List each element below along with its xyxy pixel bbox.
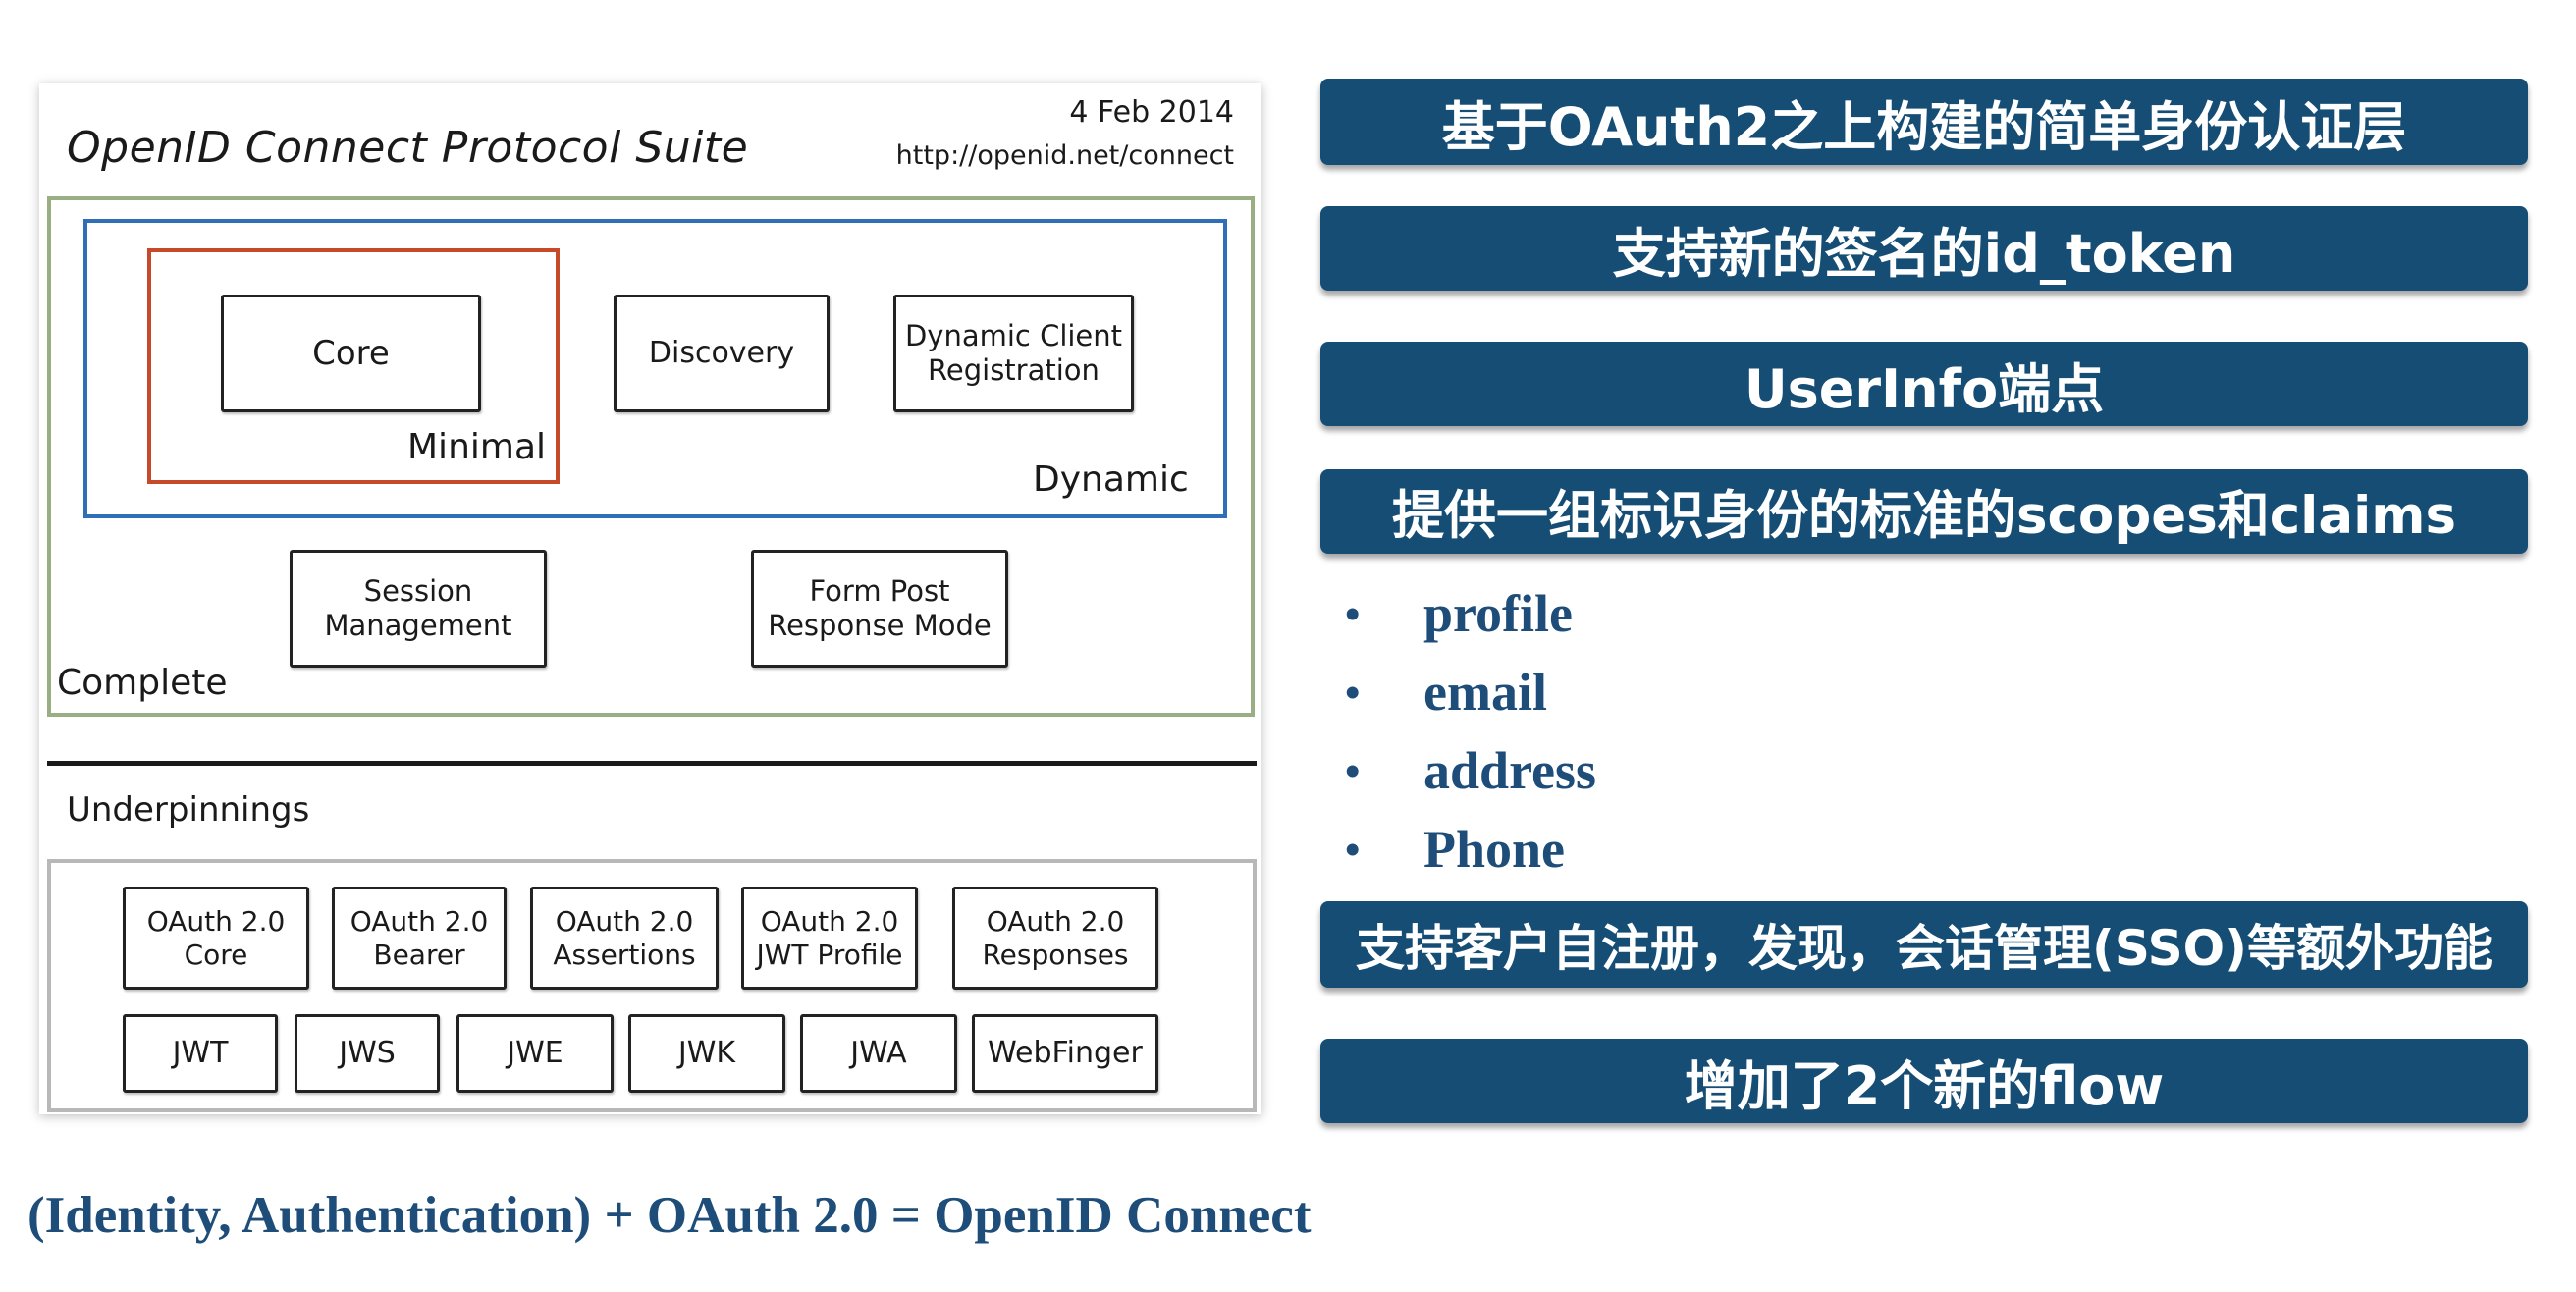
list-item: • profile [1345,574,1596,653]
underpinnings-label: Underpinnings [67,790,310,830]
dynamic-label: Dynamic [1033,459,1189,500]
jwk-label: JWK [677,1036,736,1070]
jwt-label: JWT [172,1036,229,1070]
bullet-profile: profile [1423,584,1573,643]
list-item: • address [1345,731,1596,810]
oauth-assertions-box: OAuth 2.0 Assertions [530,887,719,990]
formpost-label-line2: Response Mode [768,609,992,642]
diagram-url: http://openid.net/connect [895,140,1234,171]
list-item: • email [1345,653,1596,731]
bullet-marker: • [1345,825,1361,874]
oauth-bearer-line1: OAuth 2.0 [349,904,489,938]
openid-connect-formula: (Identity, Authentication) + OAuth 2.0 =… [27,1187,1312,1244]
openid-connect-diagram: OpenID Connect Protocol Suite 4 Feb 2014… [39,83,1261,1114]
diagram-date: 4 Feb 2014 [1069,95,1234,130]
session-label-line2: Management [324,609,512,642]
dcr-label-line1: Dynamic Client [904,319,1123,353]
core-label: Core [312,333,390,373]
jwe-box: JWE [456,1014,614,1093]
discovery-box: Discovery [614,295,830,412]
minimal-label: Minimal [407,427,547,467]
jwa-label: JWA [850,1036,907,1070]
scope-bullet-list: • profile • email • address • Phone [1345,574,1596,888]
oauth-bearer-line2: Bearer [373,938,465,971]
jwt-box: JWT [123,1014,278,1093]
oauth-core-box: OAuth 2.0 Core [123,887,309,990]
oauth-core-line1: OAuth 2.0 [146,904,286,938]
jwe-label: JWE [507,1036,564,1070]
banner-userinfo-endpoint: UserInfo端点 [1320,342,2528,426]
list-item: • Phone [1345,810,1596,888]
jws-box: JWS [295,1014,440,1093]
banner-standard-scopes-claims: 提供一组标识身份的标准的scopes和claims [1320,469,2528,554]
oauth-jwt-profile-box: OAuth 2.0 JWT Profile [741,887,918,990]
bullet-marker: • [1345,589,1361,638]
core-box: Core [221,295,481,412]
bullet-marker: • [1345,668,1361,717]
dynamic-client-registration-box: Dynamic Client Registration [893,295,1134,412]
oauth-responses-line2: Responses [982,938,1129,971]
oauth-responses-line1: OAuth 2.0 [986,904,1125,938]
bullet-marker: • [1345,746,1361,795]
oauth-core-line2: Core [184,938,248,971]
banner-simple-identity-layer: 基于OAuth2之上构建的简单身份认证层 [1320,79,2528,165]
oauth-assertions-line1: OAuth 2.0 [555,904,694,938]
bullet-phone: Phone [1423,820,1566,879]
banner-extra-features: 支持客户自注册，发现，会话管理(SSO)等额外功能 [1320,901,2528,988]
oauth-jwt-profile-line1: OAuth 2.0 [760,904,899,938]
session-label-line1: Session [363,574,473,609]
oauth-responses-box: OAuth 2.0 Responses [952,887,1158,990]
jws-label: JWS [339,1036,396,1070]
diagram-title: OpenID Connect Protocol Suite [67,123,749,173]
oauth-jwt-profile-line2: JWT Profile [756,938,903,971]
webfinger-label: WebFinger [988,1036,1143,1070]
formpost-label-line1: Form Post [809,574,950,609]
discovery-label: Discovery [648,336,795,370]
jwk-box: JWK [628,1014,785,1093]
banner-signed-id-token: 支持新的签名的id_token [1320,206,2528,291]
oauth-assertions-line2: Assertions [553,938,696,971]
banner-new-flows: 增加了2个新的flow [1320,1039,2528,1123]
webfinger-box: WebFinger [972,1014,1158,1093]
form-post-response-mode-box: Form Post Response Mode [751,550,1008,668]
bullet-address: address [1423,741,1597,800]
complete-label: Complete [57,663,228,703]
section-divider [47,761,1257,766]
jwa-box: JWA [800,1014,957,1093]
oauth-bearer-box: OAuth 2.0 Bearer [332,887,507,990]
bullet-email: email [1423,663,1547,722]
session-management-box: Session Management [290,550,547,668]
dcr-label-line2: Registration [928,353,1100,387]
